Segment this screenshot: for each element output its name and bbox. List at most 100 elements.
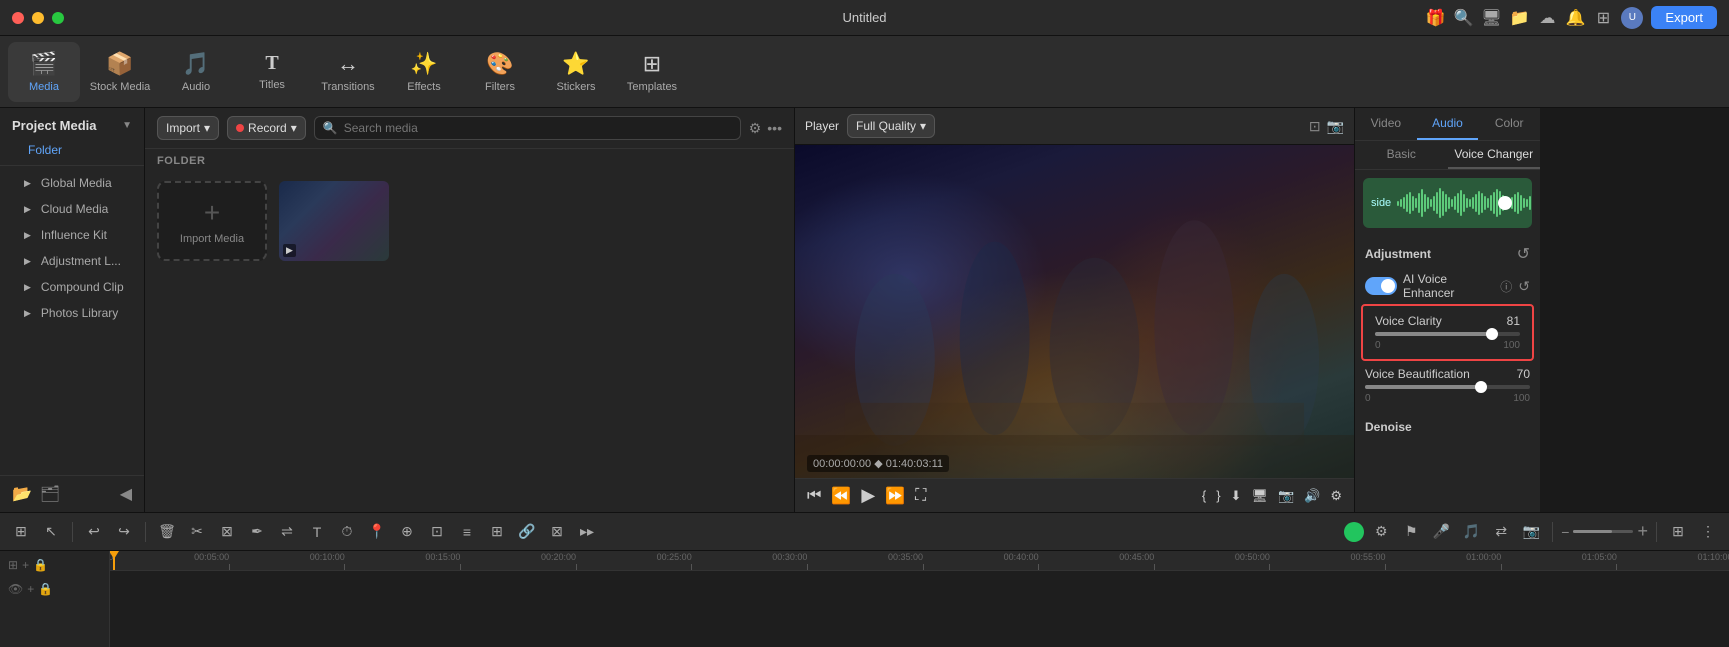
voice-clarity-track[interactable]: [1375, 332, 1520, 336]
more-tool[interactable]: ▸▸: [574, 519, 600, 545]
aspect-ratio-icon[interactable]: ⊡: [1309, 118, 1321, 135]
tab-audio[interactable]: Audio: [1417, 108, 1479, 140]
ai-voice-enhancer-toggle[interactable]: [1365, 277, 1397, 295]
track-tool[interactable]: ≡: [454, 519, 480, 545]
step-back-icon[interactable]: ⏪: [831, 486, 851, 506]
sidebar-item-adjustment[interactable]: ▶ Adjustment L...: [0, 248, 144, 274]
settings-ctrl-icon[interactable]: ⚙: [1330, 488, 1342, 504]
subtab-voice-changer[interactable]: Voice Changer: [1448, 141, 1541, 169]
track-video-icon[interactable]: ⊞: [8, 558, 18, 572]
playhead[interactable]: [113, 551, 115, 570]
track-add-icon[interactable]: +: [22, 558, 29, 572]
crop-tool[interactable]: ⊠: [544, 519, 570, 545]
close-button[interactable]: [12, 12, 24, 24]
cloud-icon[interactable]: ☁: [1537, 8, 1557, 28]
media-search-box[interactable]: 🔍: [314, 116, 741, 140]
sidebar-item-photos-library[interactable]: ▶ Photos Library: [0, 300, 144, 326]
track-add-2-icon[interactable]: +: [27, 582, 34, 596]
track-eye-icon[interactable]: 👁: [8, 582, 23, 596]
import-dropdown[interactable]: Import ▾: [157, 116, 219, 140]
minimize-button[interactable]: [32, 12, 44, 24]
sidebar-folder[interactable]: Folder: [0, 139, 144, 161]
redo-tool[interactable]: ↪: [111, 519, 137, 545]
voice-beautification-track[interactable]: [1365, 385, 1530, 389]
audio-tool[interactable]: ⊡: [424, 519, 450, 545]
monitor-out-icon[interactable]: 🖥: [1251, 488, 1268, 504]
tracks-panel-icon[interactable]: ⊞: [1665, 519, 1691, 545]
track-lock-2-icon[interactable]: 🔒: [38, 582, 53, 596]
info-icon[interactable]: ⓘ: [1500, 278, 1512, 295]
skip-back-icon[interactable]: ⏮: [807, 487, 821, 505]
sidebar-item-compound-clip[interactable]: ▶ Compound Clip: [0, 274, 144, 300]
tab-color[interactable]: Color: [1478, 108, 1540, 140]
step-forward-icon[interactable]: ⏩: [885, 486, 905, 506]
zoom-in-icon[interactable]: +: [1637, 521, 1648, 542]
record-timeline-button[interactable]: [1344, 522, 1364, 542]
track-lock-icon[interactable]: 🔒: [33, 558, 48, 572]
connect-tool[interactable]: ⇌: [274, 519, 300, 545]
export-button[interactable]: Export: [1651, 6, 1717, 29]
link-tool[interactable]: 🔗: [514, 519, 540, 545]
play-icon[interactable]: ▶: [861, 485, 875, 506]
volume-icon[interactable]: 🔊: [1304, 488, 1320, 504]
speed-tool[interactable]: ⏱: [334, 519, 360, 545]
toolbar-item-audio[interactable]: 🎵 Audio: [160, 42, 232, 102]
new-folder-icon[interactable]: 🗂: [40, 484, 60, 504]
grid-icon[interactable]: ⊞: [1593, 8, 1613, 28]
fullscreen-player-icon[interactable]: ⛶: [915, 487, 926, 505]
toolbar-item-templates[interactable]: ⊞ Templates: [616, 42, 688, 102]
delete-tool[interactable]: 🗑: [154, 519, 180, 545]
pen-tool[interactable]: ✒: [244, 519, 270, 545]
out-point-icon[interactable]: }: [1216, 488, 1220, 503]
tab-video[interactable]: Video: [1355, 108, 1417, 140]
voice-beautification-thumb[interactable]: [1475, 381, 1487, 393]
search-input[interactable]: [344, 121, 732, 135]
record-dropdown[interactable]: Record ▾: [227, 116, 306, 140]
cursor-tool[interactable]: ↖: [38, 519, 64, 545]
import-media-button[interactable]: + Import Media: [157, 181, 267, 261]
mic-icon[interactable]: 🎤: [1428, 519, 1454, 545]
toolbar-item-transitions[interactable]: ↔ Transitions: [312, 42, 384, 102]
settings-timeline-icon[interactable]: ⚙: [1368, 519, 1394, 545]
media-thumbnail-1[interactable]: ▶: [279, 181, 389, 261]
reset-adjustment-icon[interactable]: ↺: [1517, 244, 1530, 264]
marker-tool[interactable]: 📍: [364, 519, 390, 545]
sidebar-item-cloud-media[interactable]: ▶ Cloud Media: [0, 196, 144, 222]
audio-track-icon[interactable]: 🎵: [1458, 519, 1484, 545]
text-tool[interactable]: T: [304, 519, 330, 545]
sidebar-collapse-arrow[interactable]: ▼: [122, 120, 132, 131]
gift-icon[interactable]: 🎁: [1425, 8, 1445, 28]
toolbar-item-filters[interactable]: 🎨 Filters: [464, 42, 536, 102]
subtab-basic[interactable]: Basic: [1355, 141, 1448, 169]
toolbar-item-media[interactable]: 🎬 Media: [8, 42, 80, 102]
insert-icon[interactable]: ⬇: [1231, 488, 1242, 504]
snapshot-ctrl-icon[interactable]: 📷: [1278, 488, 1294, 504]
quality-dropdown[interactable]: Full Quality ▾: [847, 114, 935, 138]
fullscreen-button[interactable]: [52, 12, 64, 24]
in-point-icon[interactable]: {: [1202, 488, 1206, 503]
snap-tool[interactable]: ⊕: [394, 519, 420, 545]
filter-icon[interactable]: ⚙: [749, 120, 762, 137]
sidebar-item-influence-kit[interactable]: ▶ Influence Kit: [0, 222, 144, 248]
reset-ai-icon[interactable]: ↺: [1518, 278, 1530, 295]
waveform-playhead-knob[interactable]: [1498, 196, 1512, 210]
connect2-icon[interactable]: ⇄: [1488, 519, 1514, 545]
sidebar-collapse-icon[interactable]: ◀: [120, 484, 132, 504]
select-tool[interactable]: ⊞: [8, 519, 34, 545]
monitor-icon[interactable]: 🖥: [1481, 8, 1501, 28]
split-tool[interactable]: ⊠: [214, 519, 240, 545]
more-options-icon[interactable]: ⋮: [1695, 519, 1721, 545]
voice-clarity-thumb[interactable]: [1486, 328, 1498, 340]
toolbar-item-titles[interactable]: T Titles: [236, 42, 308, 102]
avatar-icon[interactable]: U: [1621, 7, 1643, 29]
photo-icon[interactable]: 📷: [1518, 519, 1544, 545]
snapshot-icon[interactable]: 📷: [1327, 118, 1344, 135]
zoom-slider[interactable]: [1573, 530, 1633, 533]
toolbar-item-stock[interactable]: 📦 Stock Media: [84, 42, 156, 102]
folder-icon[interactable]: 📁: [1509, 8, 1529, 28]
cut-tool[interactable]: ✂: [184, 519, 210, 545]
search-icon[interactable]: 🔍: [1453, 8, 1473, 28]
flag-icon[interactable]: ⚑: [1398, 519, 1424, 545]
sidebar-item-global-media[interactable]: ▶ Global Media: [0, 170, 144, 196]
detach-tool[interactable]: ⊞: [484, 519, 510, 545]
